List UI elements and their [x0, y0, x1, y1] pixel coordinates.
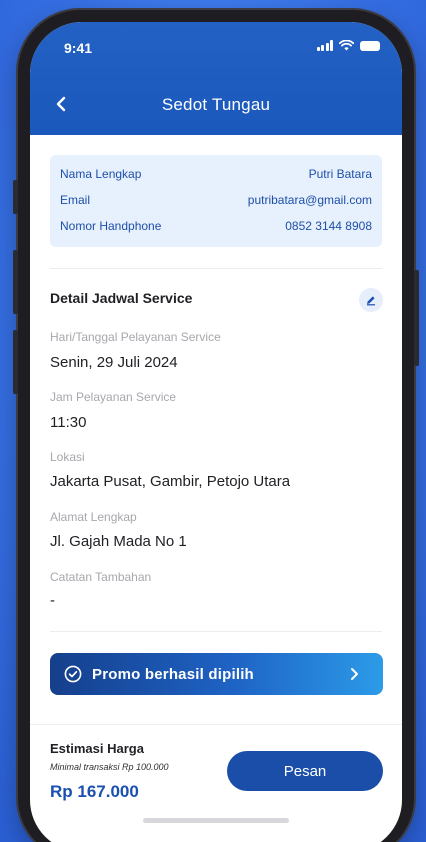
- edit-schedule-button[interactable]: [359, 288, 383, 312]
- notes-label: Catatan Tambahan: [50, 570, 152, 584]
- wifi-icon: [339, 40, 354, 51]
- signal-icon: [316, 40, 333, 51]
- volume-down-button: [13, 330, 18, 394]
- home-indicator[interactable]: [143, 818, 289, 823]
- service-date-value: Senin, 29 Juli 2024: [50, 354, 178, 371]
- user-email-label: Email: [60, 193, 91, 207]
- address-value: Jl. Gajah Mada No 1: [50, 533, 187, 550]
- user-info-row: Nomor Handphone 0852 3144 8908: [60, 217, 372, 243]
- notes-value: -: [50, 592, 55, 609]
- user-phone-label: Nomor Handphone: [60, 219, 162, 233]
- section-divider: [50, 631, 382, 632]
- app-header: 9:41 Sedot Tungau: [30, 22, 402, 135]
- pencil-icon: [367, 296, 375, 306]
- service-time-value: 11:30: [50, 414, 87, 431]
- promo-button[interactable]: Promo berhasil dipilih: [50, 653, 383, 695]
- order-button[interactable]: Pesan: [227, 751, 383, 791]
- address-label: Alamat Lengkap: [50, 510, 137, 524]
- service-date-label: Hari/Tanggal Pelayanan Service: [50, 330, 221, 344]
- user-email-value: putribatara@gmail.com: [247, 193, 372, 207]
- status-icons: [316, 40, 380, 51]
- promo-label: Promo berhasil dipilih: [92, 665, 254, 683]
- section-divider: [50, 268, 382, 269]
- estimated-price: Rp 167.000: [50, 782, 139, 801]
- status-time: 9:41: [64, 40, 93, 56]
- user-phone-value: 0852 3144 8908: [285, 219, 372, 233]
- footer-divider: [30, 724, 402, 725]
- service-time-label: Jam Pelayanan Service: [50, 390, 177, 404]
- user-info-row: Nama Lengkap Putri Batara: [60, 165, 372, 191]
- user-info-card: Nama Lengkap Putri Batara Email putribat…: [50, 155, 382, 247]
- location-label: Lokasi: [50, 450, 85, 464]
- app-screen: 9:41 Sedot Tungau Nama Lengkap Putri Bat…: [30, 22, 402, 842]
- power-button: [414, 270, 419, 366]
- phone-frame: 9:41 Sedot Tungau Nama Lengkap Putri Bat…: [13, 10, 419, 842]
- mute-switch: [13, 180, 18, 214]
- chevron-right-icon: [351, 668, 358, 680]
- schedule-section-title: Detail Jadwal Service: [50, 290, 193, 306]
- user-name-value: Putri Batara: [308, 167, 372, 181]
- estimate-title: Estimasi Harga: [50, 741, 144, 756]
- user-info-row: Email putribatara@gmail.com: [60, 191, 372, 217]
- location-value: Jakarta Pusat, Gambir, Petojo Utara: [50, 473, 291, 490]
- user-name-label: Nama Lengkap: [60, 167, 142, 181]
- check-circle-icon: [64, 665, 82, 683]
- battery-icon: [360, 40, 380, 51]
- page-title: Sedot Tungau: [161, 95, 271, 114]
- minimum-transaction-note: Minimal transaksi Rp 100.000: [50, 762, 169, 772]
- volume-up-button: [13, 250, 18, 314]
